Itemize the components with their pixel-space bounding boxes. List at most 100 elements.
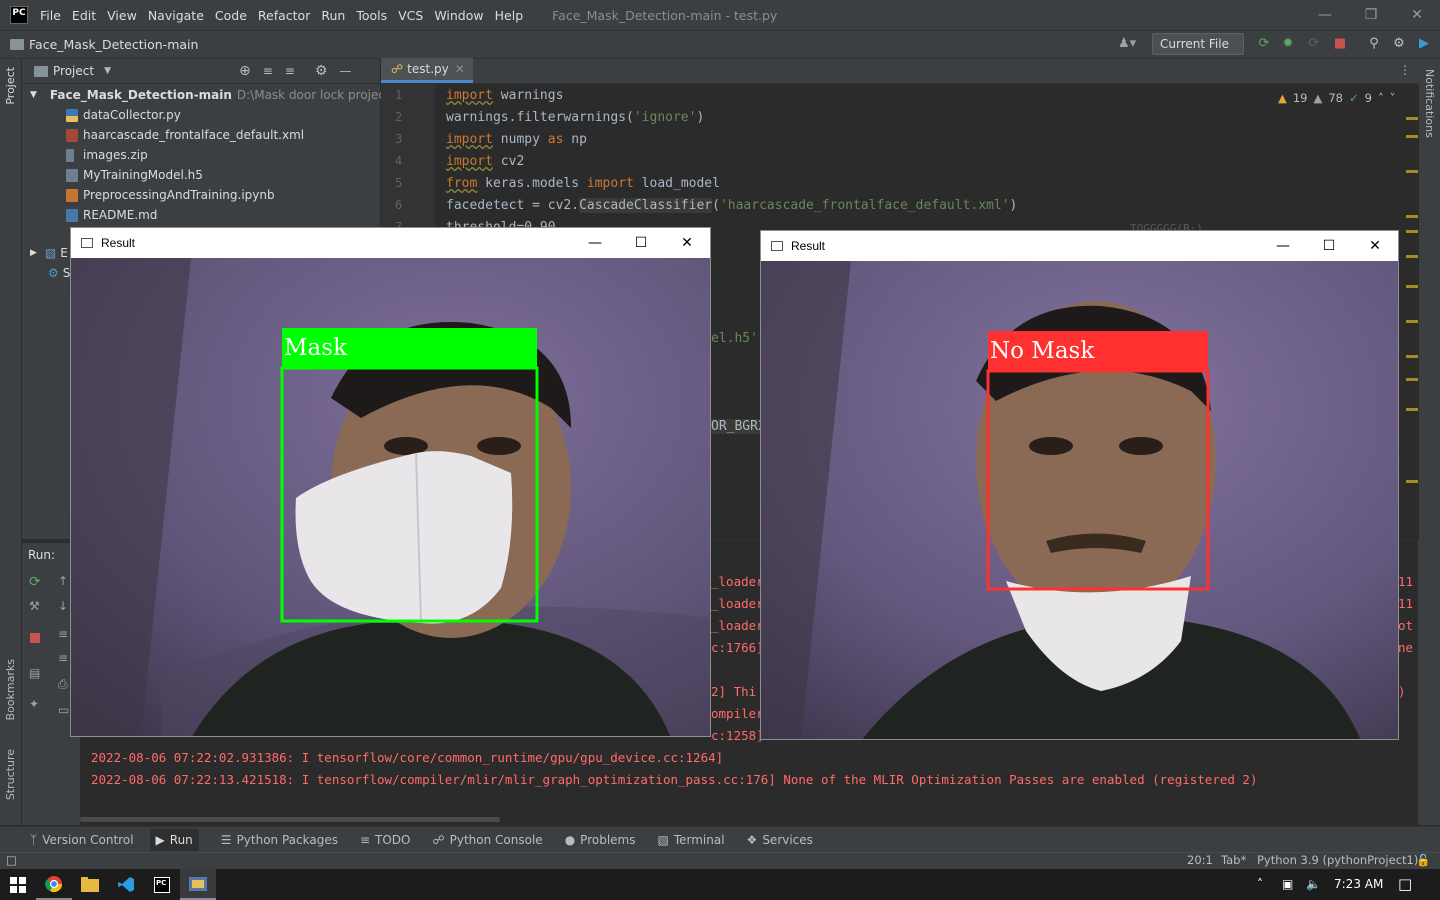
- error-stripe-mark[interactable]: [1406, 355, 1418, 358]
- tab-version-control[interactable]: ᛉ Version Control: [30, 833, 134, 847]
- error-stripe-mark[interactable]: [1406, 408, 1418, 411]
- expand-all-icon[interactable]: ≡: [263, 64, 273, 78]
- code-content[interactable]: import warnings warnings.filterwarnings(…: [446, 85, 1017, 239]
- lock-icon[interactable]: 🔓: [1416, 853, 1430, 867]
- error-stripe-mark[interactable]: [1406, 230, 1418, 233]
- error-stripe-mark[interactable]: [1406, 480, 1418, 483]
- tree-file-item[interactable]: dataCollector.py: [22, 105, 380, 125]
- menu-run[interactable]: Run: [321, 8, 345, 23]
- minimize-button[interactable]: —: [572, 228, 618, 258]
- menu-help[interactable]: Help: [495, 8, 524, 23]
- stop-icon[interactable]: ■: [1332, 36, 1348, 52]
- breadcrumb-project[interactable]: Face_Mask_Detection-main: [29, 37, 198, 52]
- chevron-right-icon[interactable]: ▶: [30, 248, 37, 258]
- error-stripe-mark[interactable]: [1406, 320, 1418, 323]
- close-button[interactable]: ✕: [664, 228, 710, 258]
- close-tab-icon[interactable]: ✕: [455, 62, 465, 76]
- tab-todo[interactable]: ≡ TODO: [360, 833, 411, 847]
- result-window-no-mask[interactable]: Result — ☐ ✕ No Mask: [760, 230, 1399, 740]
- tab-run[interactable]: ▶ Run: [149, 828, 199, 851]
- pycharm-taskbar-icon[interactable]: PC: [144, 869, 180, 900]
- menu-vcs[interactable]: VCS: [398, 8, 423, 23]
- tab-python-packages[interactable]: ☰ Python Packages: [221, 833, 338, 847]
- layout-icon[interactable]: ▤: [29, 666, 40, 680]
- restore-button[interactable]: ❐: [1348, 0, 1394, 30]
- tab-python-console[interactable]: ☍ Python Console: [432, 833, 542, 847]
- close-button[interactable]: ✕: [1352, 231, 1398, 261]
- error-stripe-mark[interactable]: [1406, 378, 1418, 381]
- tray-chevron-icon[interactable]: ˄: [1257, 877, 1263, 891]
- run-config-select[interactable]: Current File ▼: [1152, 33, 1244, 71]
- tree-file-item[interactable]: images.zip: [22, 145, 380, 165]
- error-stripe-mark[interactable]: [1406, 117, 1418, 120]
- soft-wrap-icon[interactable]: ≡: [58, 627, 68, 641]
- menu-file[interactable]: File: [40, 8, 61, 23]
- settings-icon[interactable]: ⚙: [1391, 36, 1407, 52]
- clock-time[interactable]: 7:23 AM: [1334, 877, 1383, 891]
- menu-refactor[interactable]: Refactor: [258, 8, 310, 23]
- error-stripe-mark[interactable]: [1406, 135, 1418, 138]
- chevron-up-icon[interactable]: ˄: [1378, 91, 1384, 105]
- error-stripe-mark[interactable]: [1406, 255, 1418, 258]
- tree-file-item[interactable]: haarcascade_frontalface_default.xml: [22, 125, 380, 145]
- menu-navigate[interactable]: Navigate: [148, 8, 204, 23]
- horizontal-scrollbar[interactable]: [80, 817, 500, 822]
- error-stripe-mark[interactable]: [1406, 285, 1418, 288]
- tab-test-py[interactable]: ☍ test.py ✕: [381, 58, 473, 83]
- pin-icon[interactable]: ✦: [29, 697, 39, 711]
- indent-setting[interactable]: Tab*: [1221, 853, 1246, 867]
- minimize-button[interactable]: —: [1302, 0, 1348, 30]
- notification-center-icon[interactable]: □: [1398, 875, 1412, 893]
- menu-view[interactable]: View: [107, 8, 137, 23]
- wrench-icon[interactable]: ⚒: [29, 599, 40, 613]
- tab-terminal[interactable]: ▧ Terminal: [657, 833, 724, 847]
- project-tool-tab[interactable]: Project: [4, 67, 17, 105]
- file-explorer-icon[interactable]: [72, 869, 108, 900]
- bookmarks-tool-tab[interactable]: Bookmarks: [4, 659, 17, 720]
- rerun-icon[interactable]: ⟳: [1256, 36, 1272, 52]
- stop-icon[interactable]: [30, 633, 40, 643]
- network-icon[interactable]: ▣: [1282, 877, 1293, 891]
- inspection-widget[interactable]: ▲ 19 ▲ 78 ✓ 9 ˄ ˅: [1278, 91, 1401, 105]
- project-view-label[interactable]: Project: [53, 64, 94, 78]
- vscode-icon[interactable]: [108, 869, 144, 900]
- trash-icon[interactable]: ▭: [58, 703, 69, 717]
- gear-icon[interactable]: ⚙: [315, 63, 328, 79]
- tab-problems[interactable]: ● Problems: [565, 833, 636, 847]
- locate-icon[interactable]: ⊕: [239, 63, 251, 79]
- plugin-icon[interactable]: ▶: [1416, 36, 1432, 52]
- windows-start-icon[interactable]: [0, 869, 36, 900]
- rerun-icon[interactable]: ⟳: [29, 574, 41, 590]
- menu-tools[interactable]: Tools: [356, 8, 387, 23]
- tree-file-item[interactable]: README.md: [22, 205, 380, 225]
- search-icon[interactable]: ⚲: [1366, 36, 1382, 52]
- maximize-button[interactable]: ☐: [1306, 231, 1352, 261]
- notifications-tool-tab[interactable]: Notifications: [1423, 69, 1436, 138]
- tree-file-item[interactable]: MyTrainingModel.h5: [22, 165, 380, 185]
- python-interpreter[interactable]: Python 3.9 (pythonProject1): [1257, 853, 1418, 867]
- arrow-down-icon[interactable]: ↓: [58, 599, 68, 613]
- tab-services[interactable]: ❖ Services: [747, 833, 813, 847]
- menu-edit[interactable]: Edit: [72, 8, 96, 23]
- volume-icon[interactable]: 🔈: [1306, 877, 1321, 891]
- user-icon[interactable]: ♟▾: [1118, 36, 1136, 52]
- tree-file-item[interactable]: PreprocessingAndTraining.ipynb: [22, 185, 380, 205]
- python-window-icon[interactable]: [180, 869, 216, 900]
- close-button[interactable]: ✕: [1394, 0, 1440, 30]
- result-window-mask[interactable]: Result — ☐ ✕ Mask: [70, 227, 711, 737]
- debug-icon[interactable]: ✹: [1280, 36, 1296, 52]
- minimize-button[interactable]: —: [1260, 231, 1306, 261]
- scroll-end-icon[interactable]: ≡: [58, 651, 68, 665]
- more-icon[interactable]: ⋮: [1399, 63, 1411, 77]
- maximize-button[interactable]: ☐: [618, 228, 664, 258]
- profile-icon[interactable]: ⟳: [1306, 36, 1322, 52]
- caret-position[interactable]: 20:1: [1187, 853, 1213, 867]
- tree-root[interactable]: ▼ Face_Mask_Detection-main D:\Mask door …: [22, 85, 413, 105]
- collapse-all-icon[interactable]: ≡: [285, 64, 295, 78]
- chevron-down-icon[interactable]: ▼: [30, 90, 37, 100]
- menu-code[interactable]: Code: [215, 8, 247, 23]
- chevron-down-icon[interactable]: ▼: [104, 66, 111, 76]
- menu-window[interactable]: Window: [434, 8, 483, 23]
- structure-tool-tab[interactable]: Structure: [4, 749, 17, 800]
- error-stripe-mark[interactable]: [1406, 170, 1418, 173]
